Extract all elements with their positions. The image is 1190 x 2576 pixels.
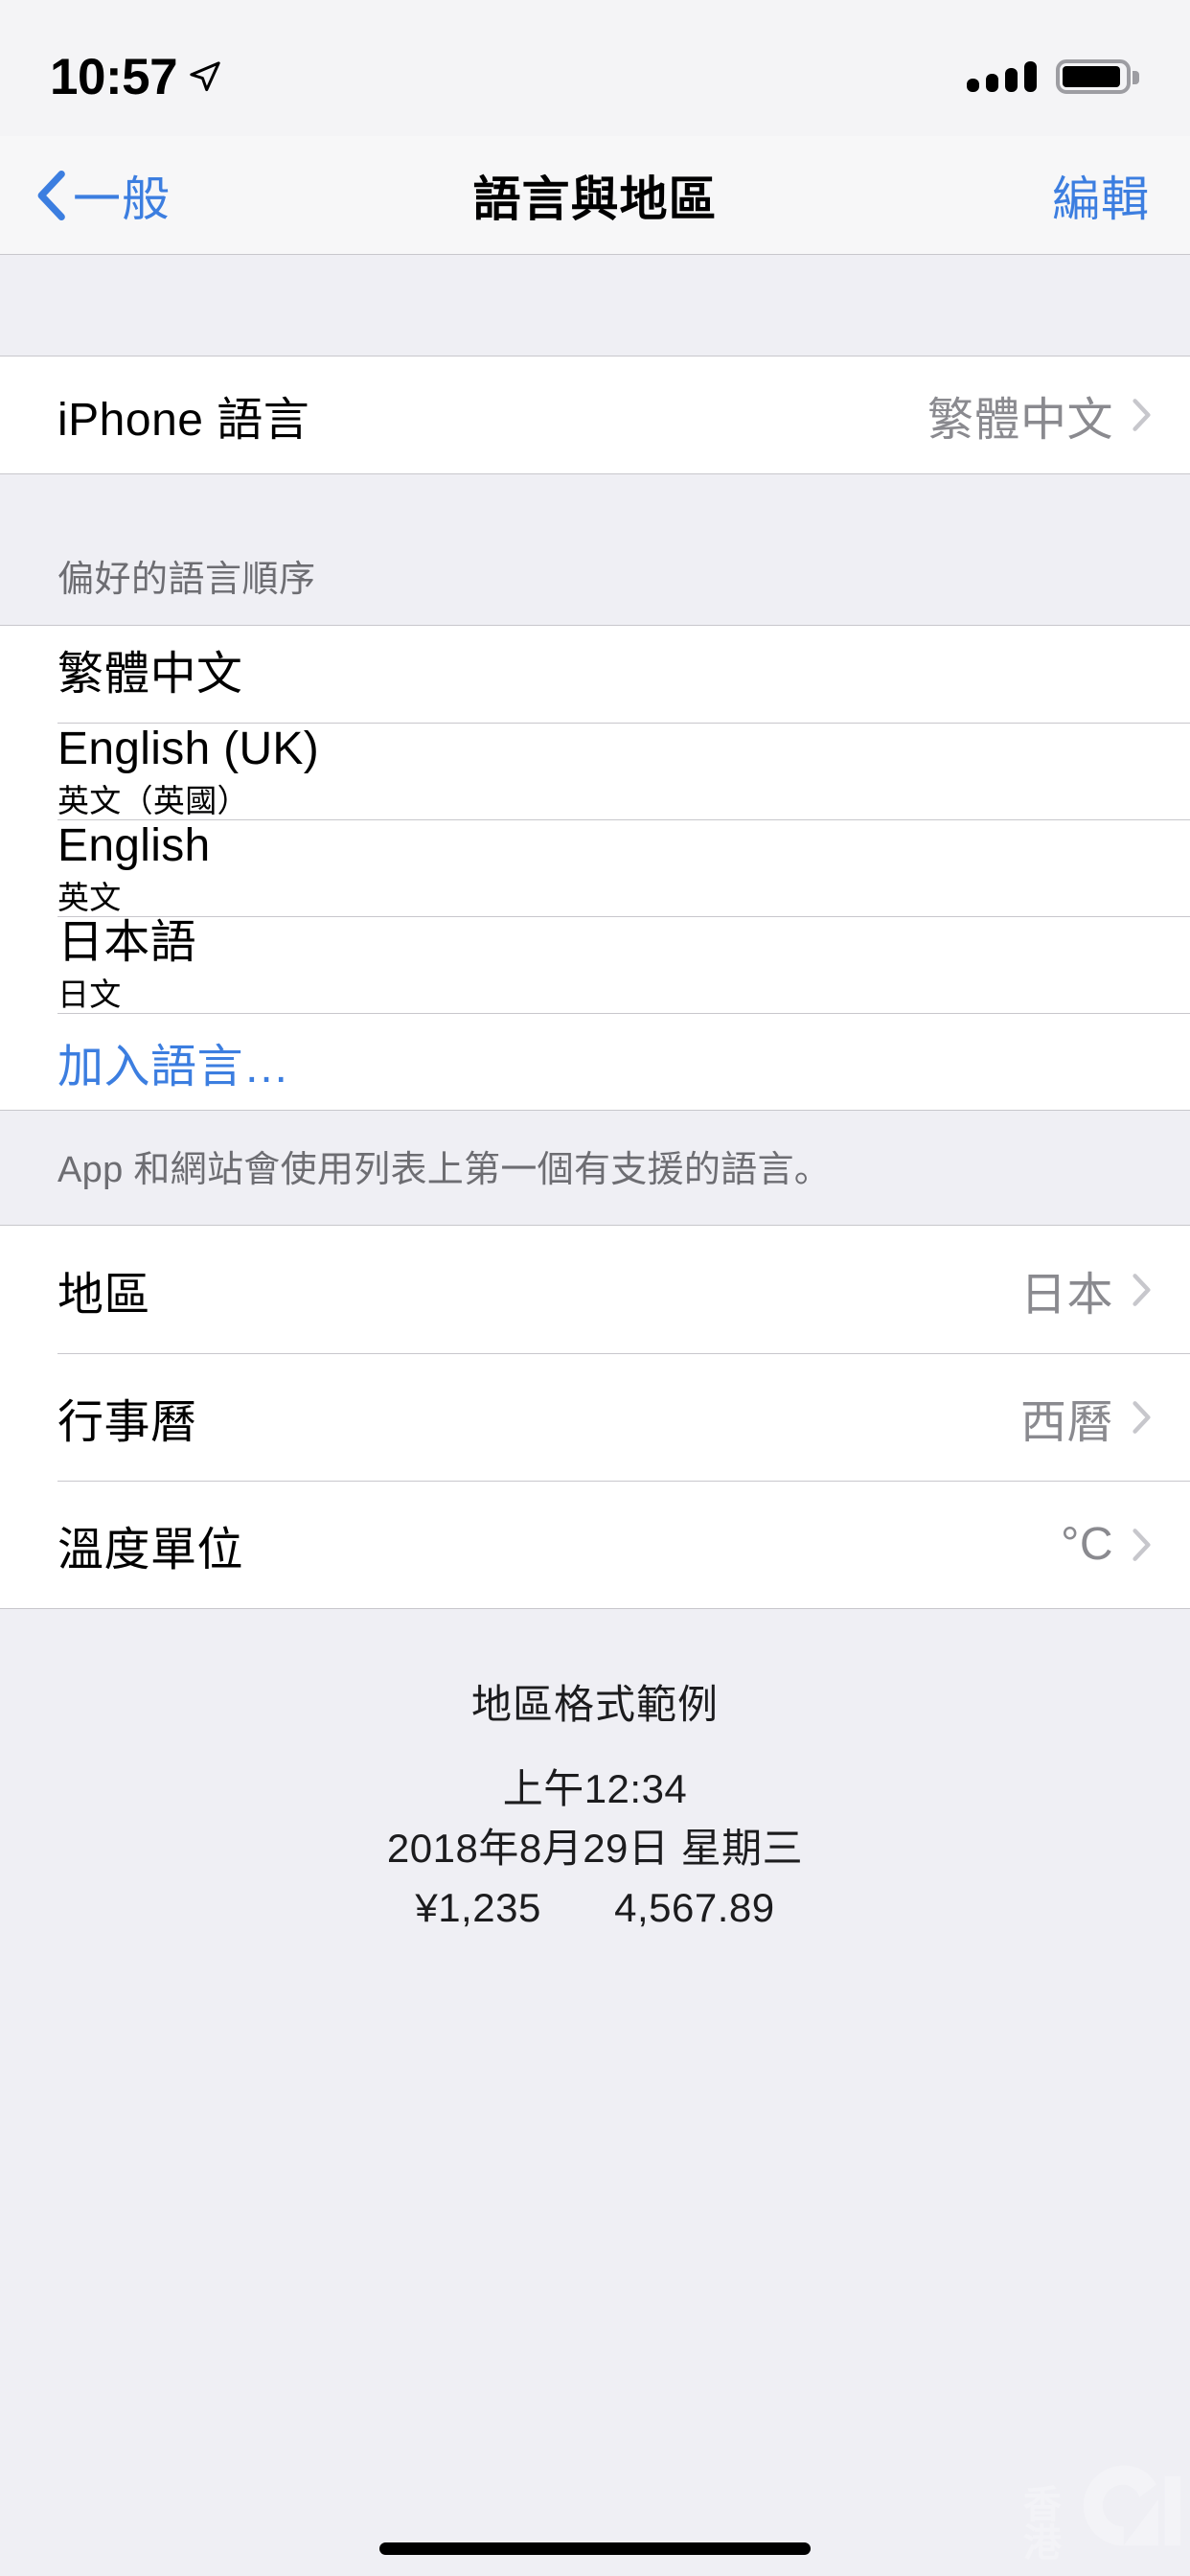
status-bar-left: 10:57 — [50, 31, 221, 106]
region-format-example-currency: ¥1,235 — [415, 1885, 541, 1931]
preferred-languages-header: 偏好的語言順序 — [0, 474, 1190, 625]
row-temperature-unit-value: °C — [1061, 1519, 1113, 1570]
region-format-example-number: 4,567.89 — [614, 1885, 775, 1931]
status-bar: 10:57 — [0, 0, 1190, 136]
row-region[interactable]: 地區 日本 — [0, 1226, 1190, 1353]
watermark-text: 香 港 — [1023, 2486, 1062, 2563]
back-button-label: 一般 — [73, 172, 171, 226]
preferred-languages-header-text: 偏好的語言順序 — [57, 560, 316, 600]
region-format-example-date: 2018年8月29日 星期三 — [386, 1826, 804, 1872]
add-language-label: 加入語言… — [57, 1041, 290, 1092]
language-subtitle: 英文 — [57, 879, 122, 915]
iphone-language-group: iPhone 語言 繁體中文 — [0, 356, 1190, 474]
preferred-languages-group: 繁體中文 English (UK) 英文（英國） English 英文 日本語 … — [0, 625, 1190, 1111]
row-region-right: 日本 — [1020, 1256, 1152, 1323]
add-language-button[interactable]: 加入語言… — [0, 1013, 1190, 1110]
row-region-title: 地區 — [57, 1269, 151, 1321]
location-arrow-icon — [190, 61, 220, 92]
home-indicator[interactable] — [379, 2542, 811, 2555]
cellular-signal-icon — [967, 61, 1037, 92]
row-iphone-language-value: 繁體中文 — [927, 395, 1113, 446]
settings-content: iPhone 語言 繁體中文 偏好的語言順序 繁體中文 English (UK)… — [0, 256, 1190, 1939]
battery-full-icon — [1056, 59, 1139, 94]
row-temperature-unit-title: 溫度單位 — [57, 1524, 244, 1576]
row-iphone-language[interactable]: iPhone 語言 繁體中文 — [0, 356, 1190, 473]
region-settings-group: 地區 日本 行事曆 西曆 溫度單位 °C — [0, 1225, 1190, 1609]
watermark-char-2: 港 — [1023, 2522, 1062, 2564]
chevron-left-icon — [37, 170, 65, 220]
list-item-language[interactable]: English (UK) 英文（英國） — [0, 723, 1190, 819]
row-region-value: 日本 — [1019, 1269, 1113, 1321]
chevron-right-icon — [1133, 1528, 1151, 1561]
list-item-language[interactable]: 日本語 日文 — [0, 916, 1190, 1013]
row-calendar-value: 西曆 — [1019, 1396, 1113, 1448]
row-calendar-title: 行事曆 — [57, 1396, 197, 1448]
language-subtitle: 日文 — [57, 976, 122, 1012]
row-temperature-unit-right: °C — [1061, 1518, 1152, 1571]
status-bar-clock: 10:57 — [50, 48, 178, 105]
list-item-language[interactable]: English 英文 — [0, 819, 1190, 916]
page-title: 語言與地區 — [472, 172, 718, 226]
edit-button[interactable]: 編輯 — [1052, 161, 1150, 230]
preferred-languages-footer: App 和網站會使用列表上第一個有支援的語言。 — [0, 1111, 1190, 1225]
chevron-right-icon — [1133, 1400, 1151, 1434]
region-format-example-title: 地區格式範例 — [470, 1682, 719, 1727]
row-iphone-language-right: 繁體中文 — [927, 381, 1152, 448]
preferred-languages-footer-text: App 和網站會使用列表上第一個有支援的語言。 — [57, 1150, 832, 1190]
region-format-example-time: 上午12:34 — [502, 1766, 688, 1811]
top-spacer — [0, 256, 1190, 356]
list-item-language[interactable]: 繁體中文 — [0, 626, 1190, 723]
language-subtitle: 英文（英國） — [57, 782, 249, 818]
watermark-char-1: 香 — [1023, 2484, 1062, 2526]
region-format-example: 地區格式範例 上午12:34 2018年8月29日 星期三 ¥1,235 4,5… — [0, 1609, 1190, 1939]
chevron-right-icon — [1133, 1273, 1151, 1306]
chevron-right-icon — [1133, 399, 1151, 431]
row-temperature-unit[interactable]: 溫度單位 °C — [0, 1481, 1190, 1608]
language-name: 繁體中文 — [57, 648, 243, 700]
language-name: English — [57, 820, 211, 872]
watermark: 香 港 — [1023, 2457, 1184, 2563]
language-name: 日本語 — [57, 917, 196, 969]
navigation-bar: 一般 語言與地區 編輯 — [0, 136, 1190, 255]
status-bar-right — [967, 42, 1139, 94]
back-button[interactable]: 一般 — [34, 161, 171, 230]
language-name: English (UK) — [57, 724, 320, 775]
region-format-example-numbers: ¥1,235 4,567.89 — [0, 1878, 1190, 1938]
row-iphone-language-title: iPhone 語言 — [57, 395, 310, 446]
hk01-logo-icon — [1083, 2465, 1181, 2546]
row-calendar[interactable]: 行事曆 西曆 — [0, 1353, 1190, 1481]
iphone-screen: 10:57 一般 語言與地區 編輯 iPhone 語言 繁體中文 偏好的語言順序… — [0, 0, 1190, 2576]
row-calendar-right: 西曆 — [1020, 1384, 1152, 1451]
